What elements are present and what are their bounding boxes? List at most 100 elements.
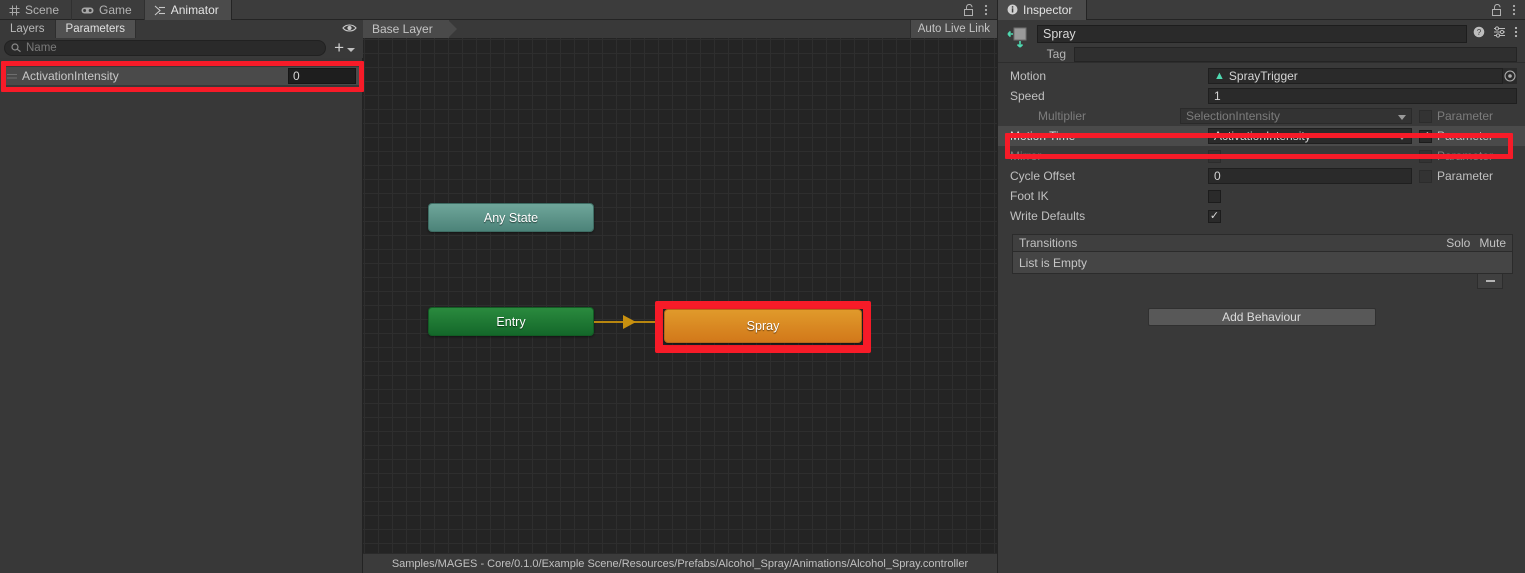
tab-game[interactable]: Game: [72, 0, 145, 20]
multiplier-parameter-label: Parameter: [1437, 109, 1494, 123]
parameter-list: ActivationIntensity 0: [0, 58, 363, 573]
motion-time-dropdown-value: ActivationIntensity: [1214, 129, 1311, 143]
target-picker-icon[interactable]: [1503, 68, 1517, 84]
info-icon: [1007, 4, 1018, 15]
controller-path-footer: Samples/MAGES - Core/0.1.0/Example Scene…: [363, 553, 997, 573]
animator-tabbar: Scene Game Animator: [0, 0, 997, 20]
motion-object-field[interactable]: ▲ SprayTrigger: [1208, 68, 1503, 84]
breadcrumb[interactable]: Base Layer: [363, 20, 457, 38]
controller-path-text: Samples/MAGES - Core/0.1.0/Example Scene…: [391, 557, 969, 570]
motion-time-parameter-toggle[interactable]: Parameter: [1419, 129, 1517, 143]
property-row-motion-time: Motion Time ActivationIntensity Paramete…: [998, 126, 1525, 146]
motion-time-parameter-checkbox[interactable]: [1419, 129, 1432, 143]
help-icon[interactable]: ?: [1473, 26, 1485, 38]
property-label-mirror: Mirror: [1010, 149, 1042, 163]
tab-inspector-label: Inspector: [1023, 2, 1073, 17]
motion-time-dropdown[interactable]: ActivationIntensity: [1208, 128, 1412, 144]
graph-node-any-state-label: Any State: [483, 210, 539, 225]
kebab-menu-icon[interactable]: [1512, 4, 1516, 16]
preset-icon[interactable]: [1493, 26, 1506, 38]
tag-field[interactable]: [1074, 46, 1517, 62]
property-label-multiplier: Multiplier: [1038, 109, 1087, 123]
property-row-motion: Motion ▲ SprayTrigger: [998, 66, 1525, 86]
lock-icon[interactable]: [1491, 3, 1502, 16]
tab-animator[interactable]: Animator: [144, 0, 232, 20]
cycle-offset-input[interactable]: 0: [1208, 168, 1412, 184]
subtab-parameters[interactable]: Parameters: [55, 20, 136, 38]
graph-node-spray-label: Spray: [746, 319, 780, 333]
multiplier-dropdown-value: SelectionIntensity: [1186, 109, 1281, 123]
eye-icon[interactable]: [342, 22, 357, 34]
property-label-foot-ik: Foot IK: [1010, 189, 1049, 203]
tab-scene-label: Scene: [25, 3, 60, 17]
transitions-solo-label[interactable]: Solo: [1446, 236, 1470, 250]
tab-scene[interactable]: Scene: [0, 0, 73, 20]
object-name-field[interactable]: Spray: [1037, 25, 1467, 43]
graph-node-any-state[interactable]: Any State: [428, 203, 594, 232]
search-input[interactable]: Name: [4, 40, 327, 56]
kebab-menu-icon[interactable]: [984, 4, 988, 16]
drag-handle-icon[interactable]: [4, 73, 20, 80]
multiplier-dropdown[interactable]: SelectionIntensity: [1180, 108, 1412, 124]
tag-label: Tag: [1046, 47, 1066, 61]
cycle-offset-parameter-toggle[interactable]: Parameter: [1419, 169, 1517, 183]
search-icon: [11, 43, 22, 53]
transitions-empty-text: List is Empty: [1019, 255, 1088, 270]
tab-inspector[interactable]: Inspector: [998, 0, 1088, 20]
graph-toolbar: Base Layer Auto Live Link: [363, 20, 997, 38]
cycle-offset-parameter-checkbox[interactable]: [1419, 169, 1432, 183]
property-label-speed: Speed: [1010, 89, 1045, 103]
mirror-parameter-checkbox[interactable]: [1419, 149, 1432, 163]
multiplier-parameter-checkbox[interactable]: [1419, 109, 1432, 123]
animator-left-subtoolbar: Layers Parameters: [0, 20, 363, 38]
inspector-header-icons: ?: [1473, 26, 1518, 38]
property-row-cycle-offset: Cycle Offset 0 Parameter: [998, 166, 1525, 186]
animator-graph-canvas[interactable]: Any State Entry Spray: [363, 38, 997, 553]
property-row-multiplier: Multiplier SelectionIntensity Parameter: [998, 106, 1525, 126]
tab-game-label: Game: [99, 3, 132, 17]
property-label-write-defaults: Write Defaults: [1010, 209, 1086, 223]
tabbar-spacer: [232, 0, 963, 19]
add-parameter-button[interactable]: +: [326, 39, 359, 56]
foot-ik-checkbox[interactable]: [1208, 189, 1221, 203]
chevron-down-icon: [1398, 115, 1406, 120]
mirror-parameter-label: Parameter: [1437, 149, 1494, 163]
multiplier-parameter-toggle[interactable]: Parameter: [1419, 109, 1517, 123]
animator-icon: [154, 5, 166, 16]
minus-icon: [1485, 280, 1495, 282]
inspector-window: Inspector Spray ? Tag Motion ▲ SprayTrig…: [997, 0, 1525, 573]
parameter-value-input[interactable]: 0: [288, 68, 356, 84]
mirror-checkbox[interactable]: [1208, 149, 1221, 163]
subtab-layers[interactable]: Layers: [0, 20, 56, 38]
transition-arrow-icon: [623, 315, 636, 329]
graph-node-entry[interactable]: Entry: [428, 307, 594, 336]
property-row-foot-ik: Foot IK: [998, 186, 1525, 206]
property-row-write-defaults: Write Defaults: [998, 206, 1525, 226]
auto-live-link-button[interactable]: Auto Live Link: [909, 20, 997, 38]
transitions-header: Transitions Solo Mute: [1012, 234, 1513, 252]
animator-window-controls: [963, 0, 997, 19]
transitions-mute-label[interactable]: Mute: [1479, 236, 1506, 250]
remove-transition-button[interactable]: [1477, 274, 1503, 289]
parameter-row-activationintensity[interactable]: ActivationIntensity 0: [4, 67, 359, 85]
motion-time-parameter-label: Parameter: [1437, 129, 1494, 143]
transitions-section: Transitions Solo Mute List is Empty: [1012, 234, 1513, 290]
transitions-title: Transitions: [1019, 236, 1078, 250]
inspector-properties: Motion ▲ SprayTrigger Speed 1 Multiplier…: [998, 63, 1525, 226]
add-behaviour-button[interactable]: Add Behaviour: [1147, 308, 1376, 326]
transitions-footer: [1012, 274, 1513, 290]
kebab-menu-icon[interactable]: [1514, 26, 1518, 38]
tab-animator-label: Animator: [170, 3, 219, 17]
unity-editor-window: Scene Game Animator Layers Parameters Na…: [0, 0, 1525, 573]
lock-icon[interactable]: [963, 3, 974, 16]
property-label-cycle-offset: Cycle Offset: [1010, 169, 1076, 183]
write-defaults-checkbox[interactable]: [1208, 209, 1221, 223]
graph-node-entry-label: Entry: [496, 314, 526, 329]
property-row-mirror: Mirror Parameter: [998, 146, 1525, 166]
speed-input[interactable]: 1: [1208, 88, 1517, 104]
graph-node-spray[interactable]: Spray: [664, 309, 862, 343]
inspector-tabbar: Inspector: [998, 0, 1525, 20]
svg-text:?: ?: [1477, 28, 1482, 37]
property-label-motion: Motion: [1010, 69, 1047, 83]
mirror-parameter-toggle[interactable]: Parameter: [1419, 149, 1517, 163]
